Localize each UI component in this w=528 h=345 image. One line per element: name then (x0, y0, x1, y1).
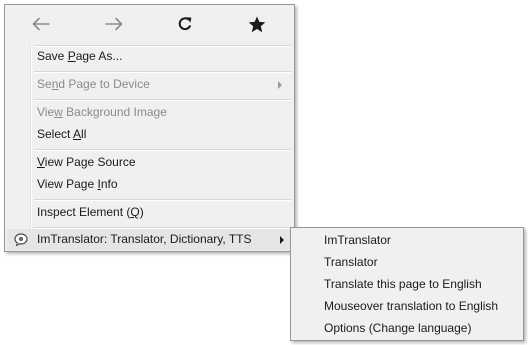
submenu-arrow-icon (278, 81, 282, 89)
separator (34, 99, 291, 101)
view-bg-label-post: Background Image (62, 105, 167, 119)
bookmark-button[interactable] (241, 11, 273, 37)
send-page-label-pre: Se (37, 77, 52, 91)
reload-button[interactable] (169, 11, 201, 37)
imtranslator-extension-icon (14, 233, 28, 246)
menu-gutter-divider (30, 45, 32, 248)
send-page-to-device-item: Send Page to Device (37, 74, 290, 95)
inspect-label-post: ) (139, 205, 144, 219)
separator (34, 149, 291, 151)
view-info-label-pre: View Page (37, 177, 98, 191)
submenu-item-translate-page[interactable]: Translate this page to English (324, 274, 517, 295)
context-navigation-bar (5, 5, 294, 43)
save-page-label-post: age As... (75, 49, 123, 63)
view-source-accesskey: V (37, 155, 45, 169)
save-page-as-item[interactable]: Save Page As... (37, 46, 290, 67)
select-all-label-pre: Select (37, 127, 74, 141)
submenu-item-options[interactable]: Options (Change language) (324, 318, 517, 339)
view-info-label-post: nfo (100, 177, 118, 191)
submenu-item-translator[interactable]: Translator (324, 252, 517, 273)
view-page-info-item[interactable]: View Page Info (37, 174, 290, 195)
reload-icon (178, 17, 192, 31)
back-button[interactable] (25, 11, 57, 37)
back-icon (32, 17, 50, 31)
context-menu: Save Page As... Send Page to Device View… (4, 4, 295, 252)
imtranslator-submenu: ImTranslator Translator Translate this p… (290, 227, 524, 341)
separator (34, 71, 291, 73)
submenu-item-mouseover-translation[interactable]: Mouseover translation to English (324, 296, 517, 317)
forward-icon (105, 17, 123, 31)
inspect-element-item[interactable]: Inspect Element (Q) (37, 202, 290, 223)
separator (34, 199, 291, 201)
view-bg-label-pre: Vie (37, 105, 55, 119)
imtranslator-label: ImTranslator: Translator, Dictionary, TT… (37, 232, 252, 246)
select-all-item[interactable]: Select All (37, 124, 290, 145)
view-bg-accesskey: w (54, 105, 63, 119)
submenu-item-imtranslator[interactable]: ImTranslator (324, 230, 517, 251)
save-page-accesskey: P (67, 49, 76, 63)
select-all-accesskey: A (73, 127, 82, 141)
bookmark-star-icon (248, 16, 266, 32)
view-source-label-post: iew Page Source (44, 155, 136, 169)
imtranslator-menu-item[interactable]: ImTranslator: Translator, Dictionary, TT… (7, 229, 292, 250)
send-page-label-post: d Page to Device (58, 77, 150, 91)
save-page-label-pre: Save (37, 49, 68, 63)
view-page-source-item[interactable]: View Page Source (37, 152, 290, 173)
inspect-label-pre: Inspect Element ( (37, 205, 131, 219)
forward-button[interactable] (98, 11, 130, 37)
select-all-label-post: ll (81, 127, 87, 141)
view-background-image-item: View Background Image (37, 102, 290, 123)
submenu-arrow-icon (280, 236, 284, 244)
inspect-accesskey: Q (130, 205, 140, 219)
